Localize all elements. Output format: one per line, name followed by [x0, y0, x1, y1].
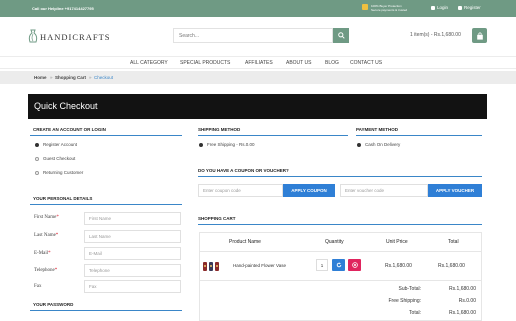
free-shipping-label: Free Shipping: [388, 298, 421, 304]
email-label: E-Mail* [34, 251, 51, 256]
buyer-protection-text: 100% Buyer Protection Secure payments & … [371, 4, 408, 12]
logo[interactable]: HANDICRAFTS [28, 29, 111, 45]
register-link[interactable]: Register [458, 5, 481, 10]
heading-divider [198, 224, 482, 225]
nav-affiliates[interactable]: AFFILIATES [245, 60, 273, 66]
helpline-text: Call our Helpline +917414427795 [32, 6, 94, 11]
returning-customer-option[interactable]: Returning Customer [35, 170, 83, 175]
voucher-code-input[interactable]: Enter voucher code [340, 184, 428, 197]
apply-coupon-button[interactable]: APPLY COUPON [283, 184, 335, 197]
nav-about-us[interactable]: ABOUT US [286, 60, 311, 66]
account-heading: CREATE AN ACCOUNT OR LOGIN [33, 127, 106, 132]
first-name-field[interactable]: First Name [84, 212, 181, 225]
payment-method-heading: PAYMENT METHOD [356, 127, 399, 132]
subtotal-label: Sub-Total: [398, 286, 421, 292]
top-bar: Call our Helpline +917414427795 100% Buy… [0, 0, 516, 17]
column-header-product-name: Product Name [229, 239, 261, 245]
shield-icon [362, 4, 368, 10]
main-nav: ALL CATEGORY SPECIAL PRODUCTS AFFILIATES… [0, 56, 516, 69]
cart-button[interactable] [472, 28, 487, 43]
shipping-method-heading: SHIPPING METHOD [198, 127, 241, 132]
vase-logo-icon [28, 29, 38, 43]
product-name-link[interactable]: Hand-painted Flower Vase [233, 263, 286, 268]
page-title: Quick Checkout [34, 101, 98, 111]
page-title-bar: Quick Checkout [28, 94, 487, 119]
nav-special-products[interactable]: SPECIAL PRODUCTS [180, 60, 230, 66]
password-heading: YOUR PASSWORD [33, 302, 74, 307]
breadcrumb-separator: » [89, 75, 92, 80]
personal-details-heading: YOUR PERSONAL DETAILS [33, 196, 93, 201]
apply-voucher-button[interactable]: APPLY VOUCHER [428, 184, 482, 197]
breadcrumb-shopping-cart[interactable]: Shopping Cart [55, 75, 86, 80]
heading-divider [356, 135, 482, 136]
nav-blog[interactable]: BLOG [325, 60, 339, 66]
heading-divider [198, 176, 482, 177]
heading-divider [30, 135, 182, 136]
total-label: Total: [409, 310, 421, 316]
column-header-unit-price: Unit Price [386, 239, 408, 245]
product-thumbnail[interactable] [202, 260, 220, 272]
breadcrumb-separator: » [50, 75, 53, 80]
unit-price-value: Rs.1,680.00 [385, 263, 412, 269]
user-icon [431, 5, 435, 10]
fax-field[interactable]: Fax [84, 280, 181, 293]
table-row-divider [199, 280, 482, 281]
radio-icon [35, 170, 39, 175]
subtotal-value: Rs.1,680.00 [449, 286, 476, 292]
register-icon [458, 5, 462, 10]
table-header-divider [199, 251, 482, 252]
shopping-cart-heading: SHOPPING CART [198, 216, 236, 221]
telephone-field[interactable]: Telephone [84, 264, 181, 277]
breadcrumb: Home » Shopping Cart » Checkout [0, 71, 516, 84]
update-quantity-button[interactable] [332, 259, 345, 271]
fax-label: Fax [34, 284, 42, 289]
shopping-bag-icon [476, 31, 483, 40]
radio-selected-icon [35, 142, 39, 147]
free-shipping-option[interactable]: Free Shipping - Rs.0.00 [199, 142, 255, 147]
breadcrumb-checkout[interactable]: Checkout [94, 75, 113, 80]
coupon-code-input[interactable]: Enter coupon code [198, 184, 283, 197]
search-input[interactable]: Search... [173, 28, 333, 43]
radio-icon [35, 156, 39, 161]
last-name-label: Last Name* [34, 233, 59, 238]
cash-on-delivery-option[interactable]: Cash On Delivery [357, 142, 400, 147]
login-link[interactable]: Login [431, 5, 448, 10]
column-header-quantity: Quantity [325, 239, 344, 245]
coupon-heading: DO YOU HAVE A COUPON OR VOUCHER? [198, 168, 289, 173]
refresh-icon [336, 262, 341, 268]
nav-all-category[interactable]: ALL CATEGORY [130, 60, 168, 66]
total-value: Rs.1,680.00 [449, 310, 476, 316]
search-button[interactable] [333, 28, 349, 43]
heading-divider [198, 135, 348, 136]
first-name-label: First Name* [34, 215, 59, 220]
last-name-field[interactable]: Last Name [84, 230, 181, 243]
guest-checkout-option[interactable]: Guest Checkout [35, 156, 75, 161]
cart-table [199, 232, 482, 321]
free-shipping-value: Rs.0.00 [458, 298, 476, 304]
logo-text: HANDICRAFTS [40, 32, 111, 42]
close-icon [351, 262, 358, 268]
remove-item-button[interactable] [348, 259, 361, 271]
row-total-value: Rs.1,680.00 [438, 263, 465, 269]
site-header: HANDICRAFTS Search... 1 item(s) - Rs.1,6… [0, 17, 516, 57]
search-icon [337, 32, 345, 39]
radio-selected-icon [357, 142, 361, 147]
quantity-input[interactable]: 1 [316, 259, 328, 271]
cart-summary[interactable]: 1 item(s) - Rs.1,680.00 [410, 32, 461, 38]
radio-selected-icon [199, 142, 203, 147]
email-field[interactable]: E-Mail [84, 247, 181, 260]
column-header-total: Total [448, 239, 459, 245]
heading-divider [30, 310, 182, 311]
telephone-label: Telephone* [34, 268, 58, 273]
breadcrumb-home[interactable]: Home [34, 75, 47, 80]
heading-divider [30, 204, 182, 205]
register-account-option[interactable]: Register Account [35, 142, 77, 147]
nav-contact-us[interactable]: CONTACT US [350, 60, 382, 66]
